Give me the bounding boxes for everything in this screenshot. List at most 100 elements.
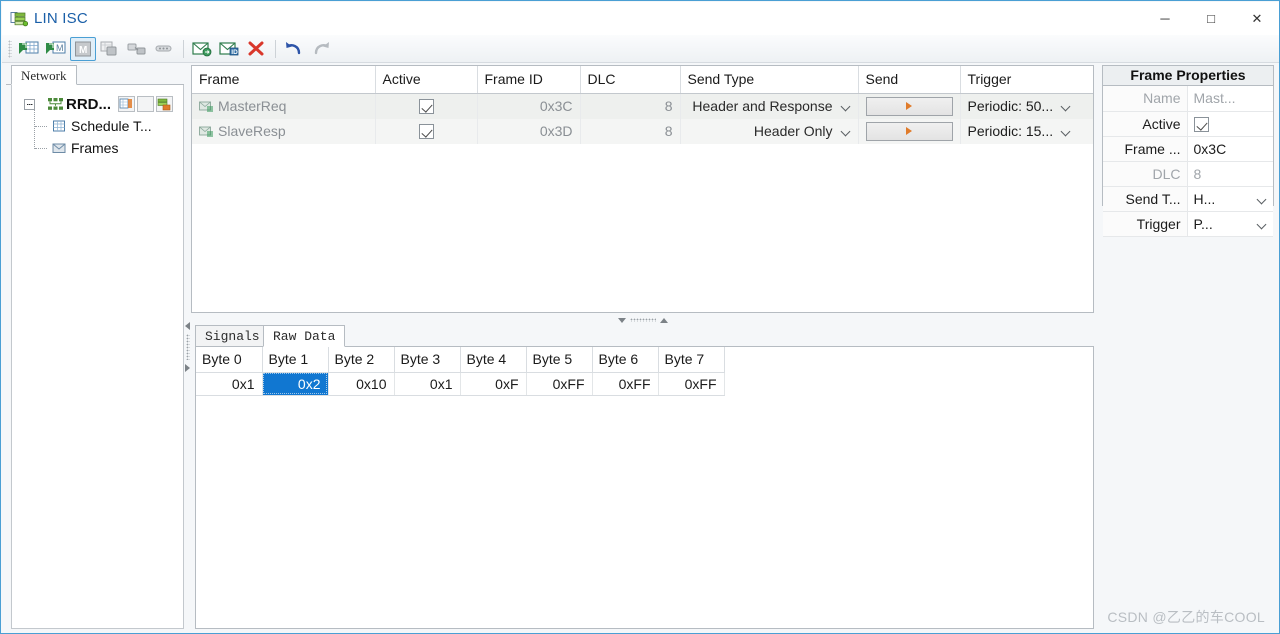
cell-byte-5[interactable]: 0xFF — [526, 372, 593, 396]
cell-send[interactable] — [858, 93, 961, 119]
property-row-dlc[interactable]: DLC 8 — [1103, 161, 1273, 187]
col-header-byte-6[interactable]: Byte 6 — [592, 347, 659, 373]
cell-frame-id[interactable]: 0x3D — [477, 118, 581, 144]
chevron-down-icon[interactable] — [1061, 126, 1071, 136]
property-row-name[interactable]: Name Mast... — [1103, 86, 1273, 112]
cell-frame-id[interactable]: 0x3C — [477, 93, 581, 119]
redo-icon[interactable] — [308, 37, 334, 61]
table-row[interactable]: MasterReq 0x3C 8 Header and Response Per… — [192, 93, 1093, 119]
active-checkbox[interactable] — [1193, 116, 1209, 132]
send-button[interactable] — [865, 121, 953, 141]
property-row-active[interactable]: Active — [1103, 111, 1273, 137]
frame-table[interactable]: Frame Active Frame ID DLC Send Type Send… — [191, 65, 1094, 313]
property-value-dlc[interactable]: 8 — [1187, 161, 1273, 187]
cell-send-type[interactable]: Header Only — [680, 118, 859, 144]
cell-byte-0[interactable]: 0x1 — [196, 372, 263, 396]
table-row[interactable]: SlaveResp 0x3D 8 Header Only Periodic: 1… — [192, 118, 1093, 144]
master-node-icon[interactable]: M — [70, 36, 96, 61]
schedule-badge-icon[interactable] — [118, 96, 135, 112]
cell-frame-name[interactable]: MasterReq — [192, 93, 376, 119]
cell-send[interactable] — [858, 118, 961, 144]
splitter-grip[interactable] — [629, 318, 656, 322]
property-value-trigger[interactable]: P... — [1187, 211, 1273, 237]
col-header-byte-1[interactable]: Byte 1 — [262, 347, 329, 373]
col-header-byte-2[interactable]: Byte 2 — [328, 347, 395, 373]
splitter-collapse-up-icon[interactable] — [617, 317, 626, 323]
col-header-byte-7[interactable]: Byte 7 — [658, 347, 725, 373]
col-header-byte-3[interactable]: Byte 3 — [394, 347, 461, 373]
col-header-byte-0[interactable]: Byte 0 — [196, 347, 263, 373]
cell-active[interactable] — [375, 93, 478, 119]
window-controls: ─ □ ✕ — [1142, 2, 1279, 35]
chevron-down-icon[interactable] — [1257, 219, 1267, 229]
tree-branch — [35, 148, 47, 149]
cell-trigger[interactable]: Periodic: 50... — [960, 93, 1093, 119]
property-value-active[interactable] — [1187, 111, 1273, 137]
col-header-byte-5[interactable]: Byte 5 — [526, 347, 593, 373]
new-network-icon[interactable] — [16, 37, 42, 61]
col-header-frame-id[interactable]: Frame ID — [477, 66, 581, 94]
undo-icon[interactable] — [281, 37, 307, 61]
maximize-button[interactable]: □ — [1188, 2, 1234, 35]
vertical-splitter-grip[interactable] — [185, 334, 190, 360]
cell-trigger[interactable]: Periodic: 15... — [960, 118, 1093, 144]
property-row-send-type[interactable]: Send T... H... — [1103, 186, 1273, 212]
splitter-collapse-down-icon[interactable] — [659, 317, 668, 323]
tree-node-schedule-tables[interactable]: Schedule T... — [12, 115, 183, 137]
message-id-icon[interactable]: ID — [216, 37, 242, 61]
cell-byte-6[interactable]: 0xFF — [592, 372, 659, 396]
cell-byte-3[interactable]: 0x1 — [394, 372, 461, 396]
cell-byte-7[interactable]: 0xFF — [658, 372, 725, 396]
minimize-button[interactable]: ─ — [1142, 2, 1188, 35]
property-value-name[interactable]: Mast... — [1187, 86, 1273, 112]
col-header-send-type[interactable]: Send Type — [680, 66, 859, 94]
col-header-send[interactable]: Send — [858, 66, 961, 94]
delete-icon[interactable] — [243, 37, 269, 61]
chevron-down-icon[interactable] — [841, 101, 851, 111]
col-header-dlc[interactable]: DLC — [580, 66, 681, 94]
cell-byte-4[interactable]: 0xF — [460, 372, 527, 396]
chevron-down-icon[interactable] — [1257, 194, 1267, 204]
send-message-icon[interactable] — [189, 37, 215, 61]
tab-signals[interactable]: Signals — [195, 325, 270, 347]
vertical-splitter[interactable] — [183, 318, 192, 633]
property-row-frame-id[interactable]: Frame ... 0x3C — [1103, 136, 1273, 162]
cell-byte-2[interactable]: 0x10 — [328, 372, 395, 396]
cell-active[interactable] — [375, 118, 478, 144]
horizontal-splitter[interactable] — [191, 315, 1094, 325]
property-value-send-type[interactable]: H... — [1187, 186, 1273, 212]
col-header-trigger[interactable]: Trigger — [960, 66, 1093, 94]
property-row-trigger[interactable]: Trigger P... — [1103, 211, 1273, 237]
chevron-down-icon[interactable] — [1061, 101, 1071, 111]
tab-network[interactable]: Network — [11, 65, 77, 85]
col-header-active[interactable]: Active — [375, 66, 478, 94]
copy-node-icon[interactable] — [97, 37, 123, 61]
cell-dlc[interactable]: 8 — [580, 93, 681, 119]
database-badge-icon[interactable] — [156, 96, 173, 112]
splitter-collapse-right-icon[interactable] — [185, 364, 190, 372]
properties-grid[interactable]: Name Mast... Active Frame ... 0x3C DLC 8… — [1102, 86, 1274, 237]
active-checkbox[interactable] — [418, 99, 434, 114]
toolbar-drag-handle[interactable] — [8, 39, 12, 58]
chevron-down-icon[interactable] — [841, 126, 851, 136]
link-node-icon[interactable] — [124, 37, 150, 61]
raw-data-grid[interactable]: Byte 0 Byte 1 Byte 2 Byte 3 Byte 4 Byte … — [195, 347, 1094, 629]
tree-node-network-root[interactable]: RRD... — [12, 93, 183, 115]
col-header-byte-4[interactable]: Byte 4 — [460, 347, 527, 373]
splitter-collapse-left-icon[interactable] — [185, 322, 190, 330]
cell-send-type[interactable]: Header and Response — [680, 93, 859, 119]
new-node-icon[interactable]: M — [43, 37, 69, 61]
cell-dlc[interactable]: 8 — [580, 118, 681, 144]
network-tree[interactable]: RRD... Schedule T... Frames — [11, 85, 184, 629]
send-button[interactable] — [865, 96, 953, 116]
property-value-frame-id[interactable]: 0x3C — [1187, 136, 1273, 162]
bus-line-icon[interactable] — [151, 37, 177, 61]
tree-node-frames[interactable]: Frames — [12, 137, 183, 159]
active-checkbox[interactable] — [418, 124, 434, 139]
tab-raw-data[interactable]: Raw Data — [263, 325, 346, 347]
sleep-moon-icon[interactable] — [137, 96, 154, 112]
cell-frame-name[interactable]: SlaveResp — [192, 118, 376, 144]
cell-byte-1[interactable]: 0x2 — [262, 372, 329, 396]
close-button[interactable]: ✕ — [1234, 2, 1279, 35]
col-header-frame[interactable]: Frame — [192, 66, 376, 94]
